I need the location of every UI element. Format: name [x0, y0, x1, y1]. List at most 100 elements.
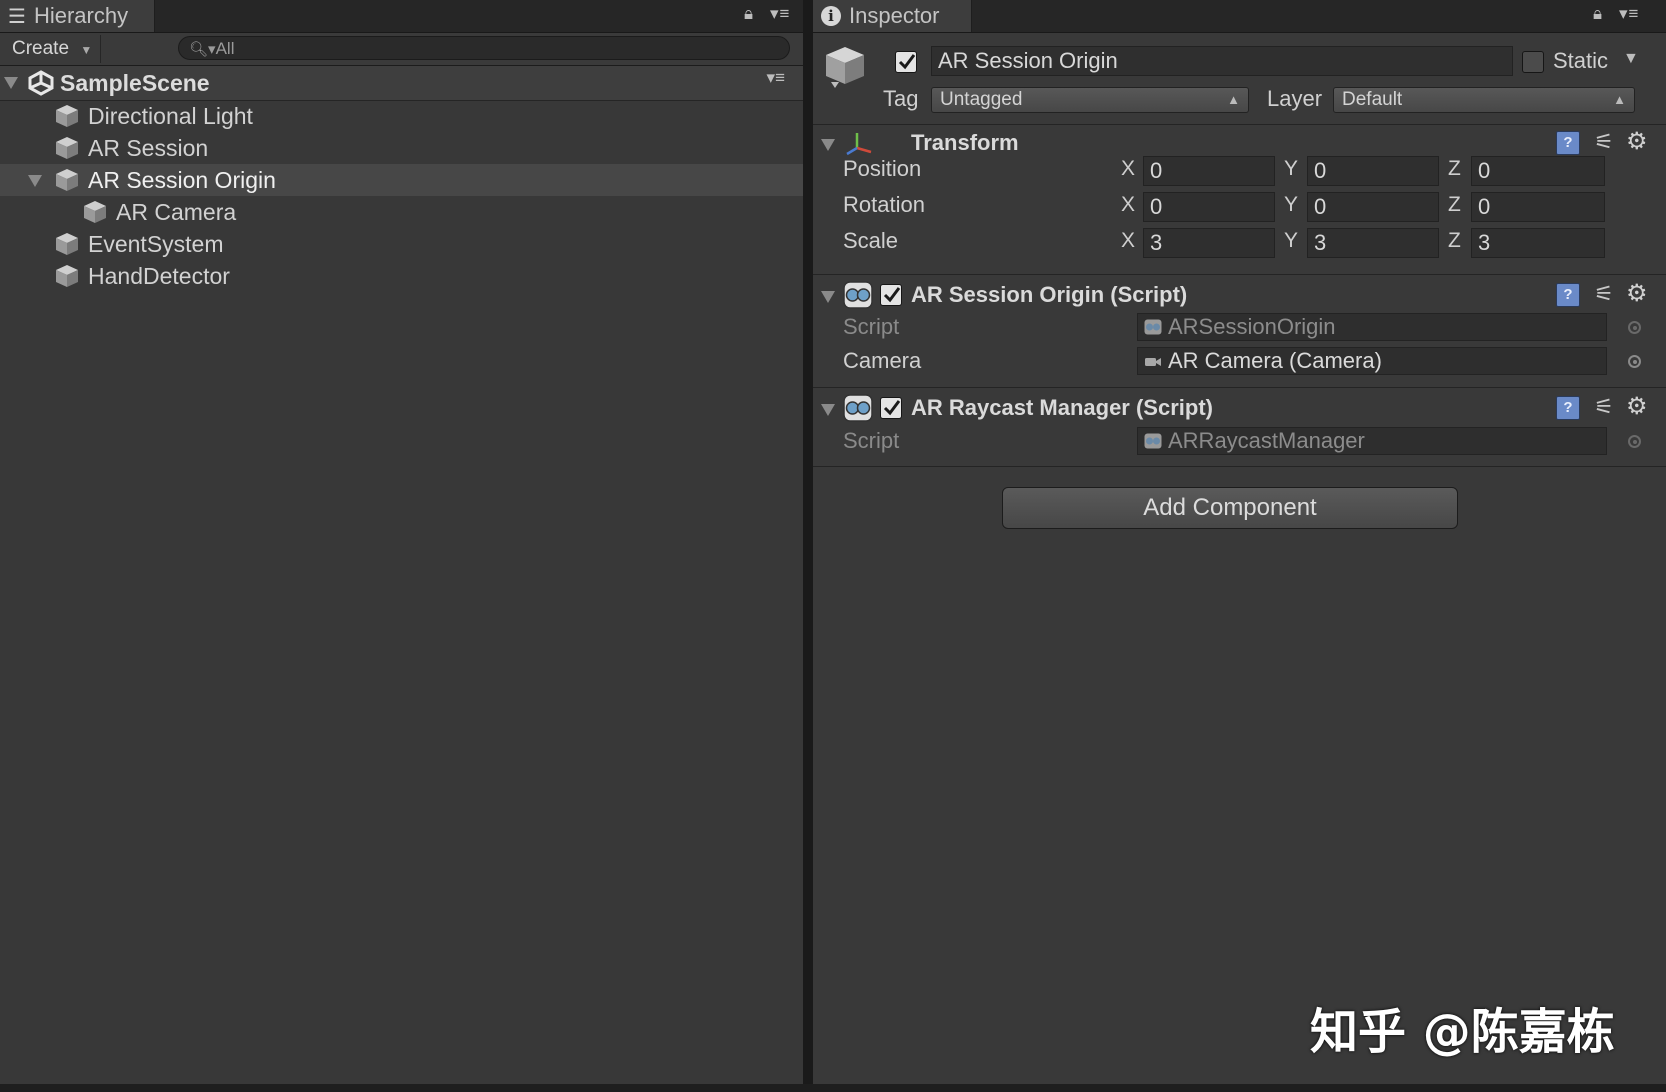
- gameobject-cube-icon: [56, 137, 78, 159]
- object-picker-icon[interactable]: [1628, 355, 1641, 368]
- create-button[interactable]: Create ▼: [4, 35, 102, 63]
- camera-object-value: AR Camera (Camera): [1168, 348, 1382, 373]
- preset-sliders-icon[interactable]: ⚟: [1594, 281, 1614, 307]
- tab-hierarchy-label: Hierarchy: [33, 3, 129, 28]
- gameobject-cube-icon: [56, 105, 78, 127]
- chevron-down-icon: ▼: [80, 43, 93, 57]
- object-name-value: AR Session Origin: [938, 48, 1118, 73]
- scene-row[interactable]: SampleScene ▾≡: [0, 66, 803, 101]
- field-value: 0: [1478, 194, 1491, 219]
- expand-triangle-icon[interactable]: [821, 139, 835, 151]
- scale-z-field[interactable]: 3: [1471, 228, 1605, 258]
- axis-x-label: X: [1121, 229, 1136, 252]
- lock-icon[interactable]: 🔒︎: [1593, 4, 1603, 24]
- hierarchy-item-eventsystem[interactable]: EventSystem: [0, 228, 803, 260]
- component-header-icons: ? ⚟ ⚙: [1556, 392, 1652, 421]
- scene-name: SampleScene: [60, 70, 210, 96]
- create-button-label: Create: [12, 38, 70, 59]
- script-object-field: ARSessionOrigin: [1137, 313, 1607, 341]
- hierarchy-item-handdetector[interactable]: HandDetector: [0, 260, 803, 292]
- camera-object-field[interactable]: AR Camera (Camera): [1137, 347, 1607, 375]
- separator: [813, 274, 1666, 275]
- tab-hierarchy[interactable]: ☰ Hierarchy: [0, 0, 155, 32]
- tag-dropdown[interactable]: Untagged ▲: [931, 87, 1249, 113]
- object-name-field[interactable]: AR Session Origin: [931, 46, 1513, 76]
- transform-header[interactable]: Transform ? ⚟ ⚙: [813, 126, 1666, 160]
- hierarchy-item-label: Directional Light: [88, 103, 253, 129]
- hierarchy-item-label: AR Session: [88, 135, 209, 161]
- hierarchy-toolbar: Create ▼ 🔍︎▾All: [0, 33, 803, 66]
- info-icon: i: [821, 6, 841, 26]
- add-component-button[interactable]: Add Component: [1002, 487, 1458, 529]
- gear-icon[interactable]: ⚙: [1626, 127, 1648, 156]
- separator: [813, 124, 1666, 125]
- help-book-icon[interactable]: ?: [1556, 131, 1580, 155]
- preset-sliders-icon[interactable]: ⚟: [1594, 129, 1614, 155]
- component-header-icons: ? ⚟ ⚙: [1556, 127, 1652, 156]
- hierarchy-item-label: HandDetector: [88, 263, 230, 289]
- search-input[interactable]: 🔍︎▾All: [178, 36, 790, 60]
- scene-menu-icon[interactable]: ▾≡: [767, 68, 785, 88]
- rotation-x-field[interactable]: 0: [1143, 192, 1275, 222]
- script-object-value: ARSessionOrigin: [1168, 314, 1336, 339]
- panel-divider[interactable]: [803, 0, 813, 1092]
- static-checkbox[interactable]: [1522, 51, 1544, 73]
- preset-sliders-icon[interactable]: ⚟: [1594, 394, 1614, 420]
- expand-triangle-icon[interactable]: [821, 404, 835, 416]
- ar-raycast-manager-header[interactable]: AR Raycast Manager (Script) ? ⚟ ⚙: [813, 391, 1666, 425]
- axis-z-label: Z: [1448, 157, 1461, 180]
- active-checkbox[interactable]: [895, 51, 917, 73]
- component-enabled-checkbox[interactable]: [880, 284, 902, 306]
- field-value: 0: [1314, 194, 1327, 219]
- panel-menu-icon[interactable]: ▾≡: [770, 4, 790, 24]
- help-book-icon[interactable]: ?: [1556, 396, 1580, 420]
- scale-x-field[interactable]: 3: [1143, 228, 1275, 258]
- field-value: 0: [1314, 158, 1327, 183]
- script-object-value: ARRaycastManager: [1168, 428, 1365, 453]
- rotation-y-field[interactable]: 0: [1307, 192, 1439, 222]
- expand-triangle-icon[interactable]: [821, 291, 835, 303]
- ar-session-origin-title: AR Session Origin (Script): [911, 282, 1188, 307]
- lock-icon[interactable]: 🔒︎: [744, 4, 754, 24]
- panel-menu-icon[interactable]: ▾≡: [1619, 4, 1639, 24]
- hierarchy-item-directional-light[interactable]: Directional Light: [0, 100, 803, 132]
- layer-dropdown[interactable]: Default ▲: [1333, 87, 1635, 113]
- field-value: 0: [1478, 158, 1491, 183]
- bottom-status-strip: [0, 1084, 1666, 1092]
- updown-arrows-icon: ▲: [1227, 92, 1240, 107]
- gear-icon[interactable]: ⚙: [1626, 392, 1648, 421]
- checkmark-icon: [883, 400, 901, 416]
- rotation-label: Rotation: [843, 192, 925, 217]
- axis-x-label: X: [1121, 193, 1136, 216]
- component-header-icons: ? ⚟ ⚙: [1556, 279, 1652, 308]
- component-enabled-checkbox[interactable]: [880, 397, 902, 419]
- static-label: Static: [1553, 48, 1609, 73]
- hierarchy-item-ar-camera[interactable]: AR Camera: [0, 196, 803, 228]
- expand-triangle-icon[interactable]: [4, 77, 18, 89]
- search-icon: 🔍︎▾: [189, 41, 216, 58]
- layer-label: Layer: [1267, 86, 1323, 111]
- tab-inspector[interactable]: i Inspector: [813, 0, 972, 32]
- expand-triangle-icon[interactable]: [28, 175, 42, 187]
- static-dropdown-chevron-icon[interactable]: ▼: [1623, 50, 1639, 68]
- gameobject-cube-icon: [56, 233, 78, 255]
- script-component-icon: [843, 281, 873, 309]
- scale-y-field[interactable]: 3: [1307, 228, 1439, 258]
- field-value: 0: [1150, 158, 1163, 183]
- hierarchy-item-ar-session-origin[interactable]: AR Session Origin: [0, 164, 803, 196]
- position-y-field[interactable]: 0: [1307, 156, 1439, 186]
- field-value: 3: [1478, 230, 1491, 255]
- position-x-field[interactable]: 0: [1143, 156, 1275, 186]
- script-file-icon: [1144, 433, 1162, 449]
- camera-label: Camera: [843, 348, 922, 373]
- rotation-z-field[interactable]: 0: [1471, 192, 1605, 222]
- help-book-icon[interactable]: ?: [1556, 283, 1580, 307]
- unity-logo-icon: [28, 70, 54, 96]
- gear-icon[interactable]: ⚙: [1626, 279, 1648, 308]
- layer-dropdown-value: Default: [1342, 89, 1403, 110]
- tag-label: Tag: [883, 86, 919, 111]
- position-z-field[interactable]: 0: [1471, 156, 1605, 186]
- ar-session-origin-header[interactable]: AR Session Origin (Script) ? ⚟ ⚙: [813, 278, 1666, 312]
- hierarchy-item-ar-session[interactable]: AR Session: [0, 132, 803, 164]
- transform-axes-icon: [846, 133, 872, 156]
